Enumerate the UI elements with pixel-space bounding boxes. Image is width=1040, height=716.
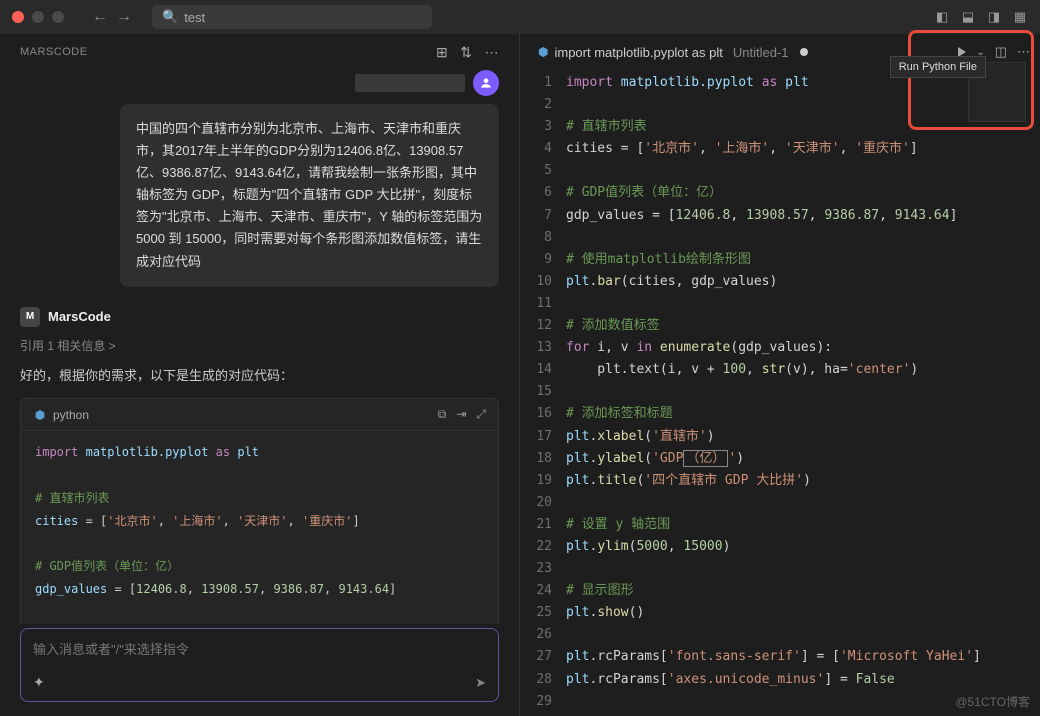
- nav-arrows: ← →: [92, 8, 132, 26]
- maximize-window-icon[interactable]: [52, 11, 64, 23]
- code-block: ⬢ python ⧉ ⇥ ⤢ import matplotlib.pyplot …: [20, 398, 499, 624]
- tab-filename: import matplotlib.pyplot as plt: [554, 45, 722, 60]
- search-value: test: [184, 10, 205, 25]
- titlebar-actions: ◧ ⬓ ◨ ▦: [934, 9, 1028, 25]
- window-controls: [12, 11, 64, 23]
- layout-grid-icon[interactable]: ▦: [1012, 9, 1028, 25]
- layout-bottom-icon[interactable]: ⬓: [960, 9, 976, 25]
- settings-icon[interactable]: ⇅: [460, 44, 472, 61]
- main-area: MARSCODE ⊞ ⇅ ⋯ 中国的四个直辖市分别为北京市、上海市、天津市和重庆…: [0, 34, 1040, 716]
- redacted-bar: [355, 74, 465, 92]
- unsaved-dot-icon: [800, 48, 808, 56]
- split-editor-icon[interactable]: ◫: [995, 44, 1007, 60]
- search-input[interactable]: 🔍 test: [152, 5, 432, 29]
- layout-left-icon[interactable]: ◧: [934, 9, 950, 25]
- editor-tab[interactable]: ⬢ import matplotlib.pyplot as plt Untitl…: [530, 34, 816, 70]
- run-tooltip: Run Python File: [890, 56, 986, 78]
- copy-code-icon[interactable]: ⧉: [438, 407, 447, 422]
- code-content: import matplotlib.pyplot as plt # 直辖市列表 …: [566, 72, 1040, 716]
- user-message: 中国的四个直辖市分别为北京市、上海市、天津市和重庆市，其2017年上半年的GDP…: [120, 104, 499, 287]
- assistant-name: MarsCode: [48, 309, 111, 324]
- editor-panel: ⬢ import matplotlib.pyplot as plt Untitl…: [520, 34, 1040, 716]
- titlebar: ← → 🔍 test ◧ ⬓ ◨ ▦: [0, 0, 1040, 34]
- close-window-icon[interactable]: [12, 11, 24, 23]
- input-placeholder: 输入消息或者"/"来选择指令: [33, 639, 486, 658]
- code-body: import matplotlib.pyplot as plt # 直辖市列表 …: [21, 431, 498, 624]
- back-icon[interactable]: ←: [92, 8, 108, 26]
- panel-title: MARSCODE: [20, 46, 88, 58]
- send-icon[interactable]: ➤: [475, 675, 486, 691]
- new-chat-icon[interactable]: ⊞: [436, 44, 448, 61]
- assistant-section: M MarsCode 引用 1 相关信息 > 好的，根据你的需求，以下是生成的对…: [20, 307, 499, 624]
- more-icon[interactable]: ⋯: [485, 44, 500, 61]
- user-avatar: [473, 70, 499, 96]
- layout-right-icon[interactable]: ◨: [986, 9, 1002, 25]
- forward-icon[interactable]: →: [116, 8, 132, 26]
- tab-bar: ⬢ import matplotlib.pyplot as plt Untitl…: [520, 34, 1040, 70]
- chat-panel: MARSCODE ⊞ ⇅ ⋯ 中国的四个直辖市分别为北京市、上海市、天津市和重庆…: [0, 34, 520, 716]
- search-icon: 🔍: [162, 9, 178, 25]
- tab-subtitle: Untitled-1: [733, 45, 789, 60]
- chat-content: 中国的四个直辖市分别为北京市、上海市、天津市和重庆市，其2017年上半年的GDP…: [0, 70, 519, 624]
- line-gutter: 1234567891011121314151617181920212223242…: [520, 72, 566, 716]
- chat-input[interactable]: 输入消息或者"/"来选择指令 ✦ ➤: [20, 628, 499, 702]
- python-icon: ⬢: [33, 408, 47, 422]
- python-file-icon: ⬢: [538, 45, 548, 59]
- citation-link[interactable]: 引用 1 相关信息 >: [20, 337, 499, 354]
- loading-icon: ✦: [33, 674, 45, 691]
- code-editor[interactable]: 1234567891011121314151617181920212223242…: [520, 70, 1040, 716]
- assistant-reply: 好的，根据你的需求，以下是生成的对应代码：: [20, 366, 499, 387]
- insert-code-icon[interactable]: ⇥: [456, 407, 466, 422]
- more-actions-icon[interactable]: ⋯: [1017, 44, 1030, 60]
- expand-code-icon[interactable]: ⤢: [476, 407, 486, 422]
- minimize-window-icon[interactable]: [32, 11, 44, 23]
- code-lang-label: python: [53, 408, 89, 422]
- watermark: @51CTO博客: [955, 693, 1030, 710]
- panel-header: MARSCODE ⊞ ⇅ ⋯: [0, 34, 519, 70]
- marscode-icon: M: [20, 307, 40, 327]
